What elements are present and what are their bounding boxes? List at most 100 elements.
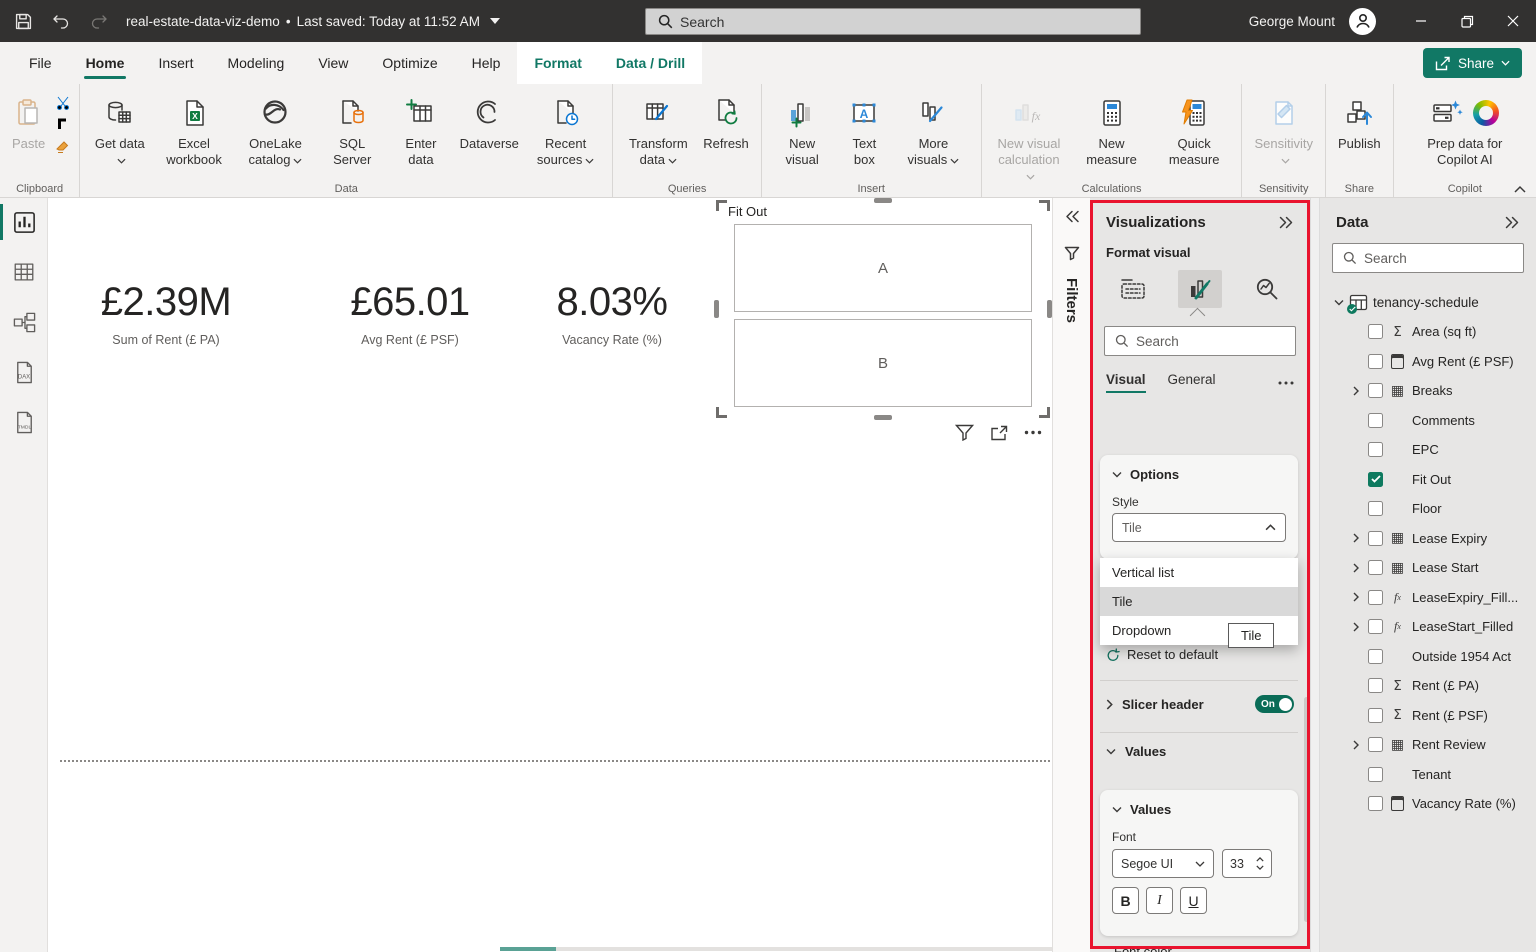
minimize-button[interactable] [1398, 0, 1444, 42]
field-checkbox[interactable] [1368, 501, 1383, 517]
undo-icon[interactable] [46, 6, 76, 36]
avatar[interactable] [1349, 7, 1376, 35]
field-row[interactable]: Rent Review [1320, 730, 1536, 760]
expand-chevron-icon[interactable] [1350, 386, 1362, 396]
format-painter-icon[interactable] [53, 138, 73, 156]
share-button[interactable]: Share [1422, 48, 1522, 78]
field-row[interactable]: Rent (£ PA) [1320, 671, 1536, 701]
menu-tab[interactable]: Help [455, 42, 518, 84]
tmdl-view-button[interactable]: TMDL [0, 398, 48, 446]
field-row[interactable]: LeaseExpiry_Fill... [1320, 583, 1536, 613]
field-row[interactable]: EPC [1320, 435, 1536, 465]
pane-divider[interactable] [1310, 198, 1320, 952]
new-visual-button[interactable]: New visual [768, 88, 837, 171]
dataverse-button[interactable]: Dataverse [454, 88, 525, 154]
chevron-down-icon[interactable] [1112, 471, 1122, 478]
field-checkbox[interactable] [1368, 560, 1383, 576]
expand-filters-icon[interactable] [1064, 210, 1079, 223]
slicer-header-section[interactable]: Slicer header On [1106, 690, 1294, 718]
collapse-pane-icon[interactable] [1279, 216, 1294, 229]
field-row[interactable]: Fit Out [1320, 465, 1536, 495]
format-search-box[interactable] [1104, 326, 1296, 356]
menu-tab[interactable]: Modeling [210, 42, 301, 84]
resize-handle[interactable] [874, 415, 892, 420]
close-button[interactable] [1490, 0, 1536, 42]
get-data-button[interactable]: Get data [86, 88, 153, 171]
field-row[interactable]: Lease Expiry [1320, 524, 1536, 554]
resize-handle[interactable] [1039, 200, 1050, 211]
more-options-icon[interactable] [1278, 381, 1294, 385]
redo-icon[interactable] [84, 6, 114, 36]
recent-sources-button[interactable]: Recent sources [525, 88, 606, 171]
table-view-button[interactable] [0, 248, 48, 296]
copy-icon[interactable] [53, 116, 73, 134]
kpi-card[interactable]: £2.39M Sum of Rent (£ PA) [101, 280, 232, 347]
chevron-down-icon[interactable] [1112, 806, 1122, 813]
copilot-logo-icon[interactable] [1472, 100, 1499, 126]
field-checkbox[interactable] [1368, 619, 1383, 635]
cut-icon[interactable] [53, 94, 73, 112]
new-visual-calculation-button[interactable]: fx New visual calculation [988, 88, 1071, 187]
resize-handle[interactable] [1039, 407, 1050, 418]
field-checkbox[interactable] [1368, 530, 1383, 546]
menu-tab[interactable]: View [301, 42, 365, 84]
field-checkbox[interactable] [1368, 442, 1383, 458]
field-row[interactable]: Area (sq ft) [1320, 317, 1536, 347]
enter-data-button[interactable]: Enter data [388, 88, 453, 171]
field-checkbox[interactable] [1368, 589, 1383, 605]
field-checkbox[interactable] [1368, 678, 1383, 694]
transform-data-button[interactable]: Transform data [619, 88, 697, 171]
tab-general[interactable]: General [1168, 372, 1216, 393]
field-checkbox[interactable] [1368, 353, 1383, 369]
paste-button[interactable]: Paste [6, 88, 51, 154]
analytics-tab-icon[interactable] [1245, 270, 1289, 308]
more-options-icon[interactable] [1024, 430, 1042, 435]
sql-server-button[interactable]: SQL Server [316, 88, 388, 171]
field-checkbox[interactable] [1368, 412, 1383, 428]
resize-handle[interactable] [874, 198, 892, 203]
field-checkbox[interactable] [1368, 707, 1383, 723]
field-row[interactable]: Lease Start [1320, 553, 1536, 583]
field-row[interactable]: Breaks [1320, 376, 1536, 406]
expand-chevron-icon[interactable] [1350, 563, 1362, 573]
menu-tab[interactable]: Format [517, 42, 599, 84]
prep-data-copilot-button[interactable]: Prep data for Copilot AI [1400, 88, 1530, 171]
dax-query-view-button[interactable]: DAX [0, 348, 48, 396]
field-checkbox[interactable] [1368, 383, 1383, 399]
format-search-input[interactable] [1136, 333, 1266, 349]
chevron-down-icon[interactable] [1334, 299, 1344, 306]
menu-tab[interactable]: Data / Drill [598, 42, 703, 84]
sensitivity-button[interactable]: Sensitivity [1248, 88, 1319, 171]
new-measure-button[interactable]: New measure [1070, 88, 1153, 171]
field-checkbox[interactable] [1368, 796, 1383, 812]
refresh-button[interactable]: Refresh [697, 88, 755, 154]
restore-button[interactable] [1444, 0, 1490, 42]
table-row[interactable]: tenancy-schedule [1320, 287, 1536, 317]
field-row[interactable]: Rent (£ PSF) [1320, 701, 1536, 731]
resize-handle[interactable] [714, 300, 719, 318]
reset-to-default[interactable]: Reset to default [1106, 647, 1218, 662]
expand-chevron-icon[interactable] [1350, 622, 1362, 632]
resize-handle[interactable] [716, 407, 727, 418]
expand-chevron-icon[interactable] [1350, 740, 1362, 750]
style-select[interactable]: Tile [1112, 513, 1286, 542]
horizontal-scrollbar[interactable] [500, 947, 1052, 951]
field-row[interactable]: Tenant [1320, 760, 1536, 790]
slicer-tile[interactable]: A [734, 224, 1032, 312]
menu-tab[interactable]: Optimize [365, 42, 454, 84]
field-checkbox[interactable] [1368, 648, 1383, 664]
expand-chevron-icon[interactable] [1350, 533, 1362, 543]
onelake-catalog-button[interactable]: OneLake catalog [235, 88, 316, 171]
field-checkbox[interactable] [1368, 324, 1383, 340]
style-dropdown-option[interactable]: Vertical list [1100, 558, 1298, 587]
field-row[interactable]: Outside 1954 Act [1320, 642, 1536, 672]
data-search-input[interactable] [1364, 250, 1494, 266]
model-view-button[interactable] [0, 298, 48, 346]
text-box-button[interactable]: A Text box [837, 88, 893, 171]
save-icon[interactable] [8, 6, 38, 36]
title-dropdown-icon[interactable] [489, 18, 500, 24]
field-checkbox[interactable] [1368, 766, 1383, 782]
collapse-pane-icon[interactable] [1505, 216, 1520, 229]
field-row[interactable]: Vacancy Rate (%) [1320, 789, 1536, 819]
global-search-box[interactable] [645, 8, 1141, 35]
